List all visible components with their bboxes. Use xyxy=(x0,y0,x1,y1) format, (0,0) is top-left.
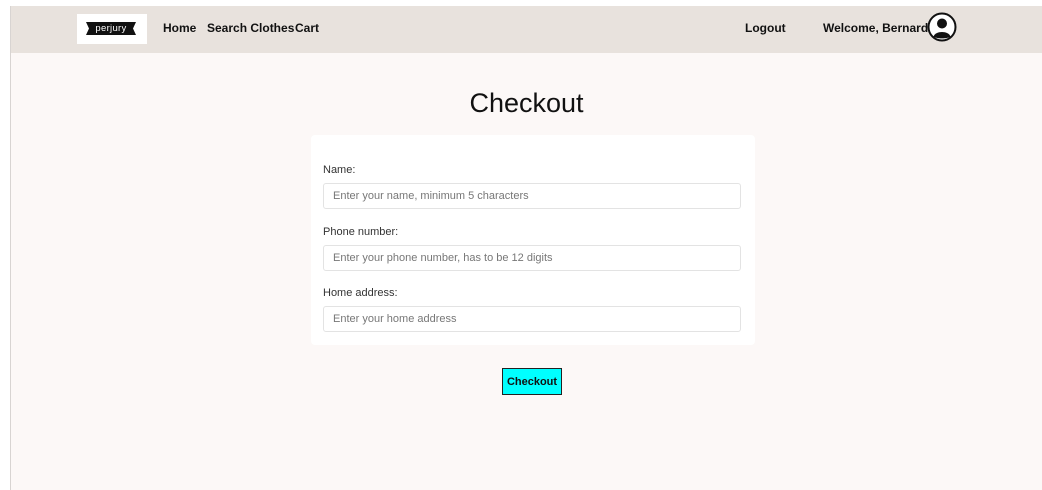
logo-text: perjury xyxy=(95,23,127,34)
brand-logo[interactable]: perjury xyxy=(77,14,147,44)
phone-input[interactable] xyxy=(323,245,741,271)
nav-link-home[interactable]: Home xyxy=(163,6,196,53)
nav-link-search-clothes[interactable]: Search Clothes xyxy=(207,6,294,53)
nav-link-cart[interactable]: Cart xyxy=(295,6,319,53)
address-label: Home address: xyxy=(323,287,398,299)
phone-label: Phone number: xyxy=(323,226,399,238)
welcome-text: Welcome, Bernard xyxy=(823,21,929,35)
checkout-button[interactable]: Checkout xyxy=(502,368,562,395)
navbar: perjury Home Search Clothes Cart Logout … xyxy=(11,6,1042,53)
logo-badge: perjury xyxy=(86,22,136,35)
page-title: Checkout xyxy=(469,88,584,118)
name-input[interactable] xyxy=(323,183,741,209)
browser-viewport: perjury Home Search Clothes Cart Logout … xyxy=(10,6,1042,490)
logout-link[interactable]: Logout xyxy=(745,6,786,53)
address-input[interactable] xyxy=(323,306,741,332)
user-avatar-icon[interactable] xyxy=(927,12,957,42)
checkout-form: Name: Phone number: Home address: xyxy=(311,135,755,345)
name-label: Name: xyxy=(323,164,356,176)
user-circle-icon xyxy=(927,12,957,42)
